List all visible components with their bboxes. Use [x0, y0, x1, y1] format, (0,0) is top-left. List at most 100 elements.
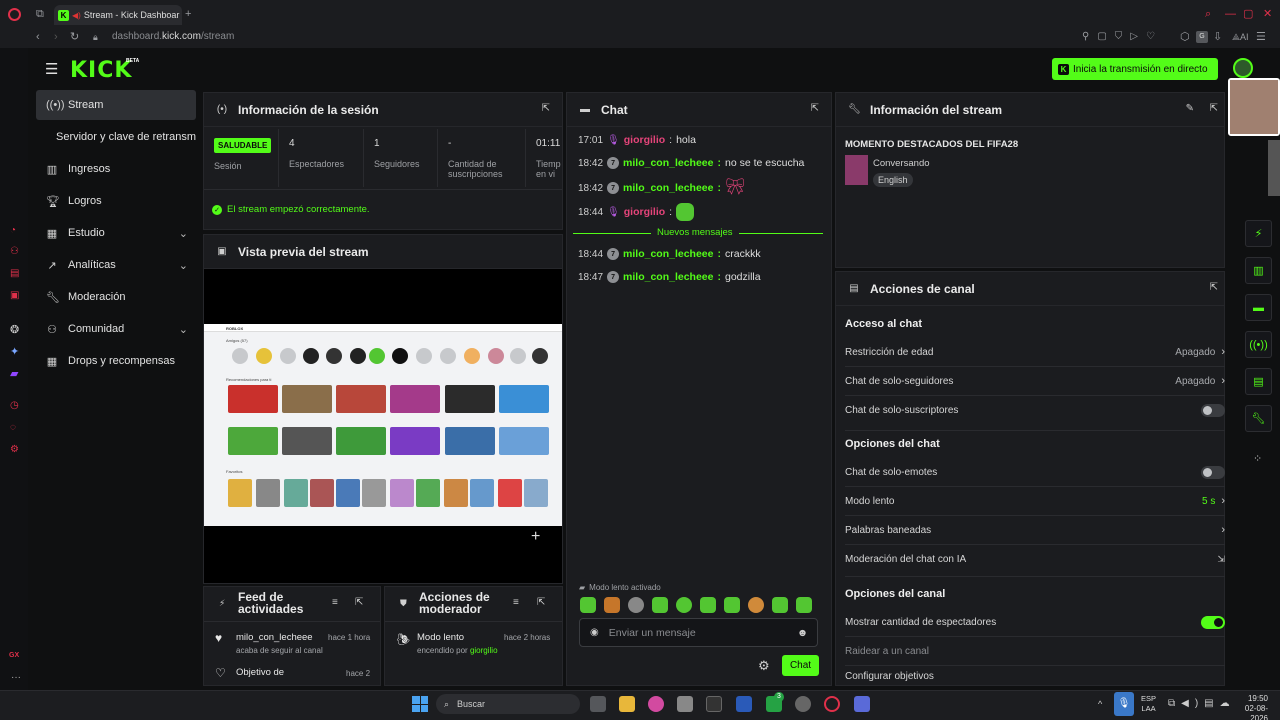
popout-icon[interactable]: ⇱: [537, 597, 545, 608]
subs-only-row[interactable]: Chat de solo-suscriptores: [845, 401, 1225, 419]
user-avatar[interactable]: [1233, 58, 1253, 78]
store-icon[interactable]: [677, 696, 693, 712]
taskbar-search[interactable]: ⌕ Buscar: [436, 694, 580, 714]
easy-setup-icon[interactable]: ☰: [1256, 31, 1266, 43]
slow-mode-row[interactable]: Modo lento 5 s ›: [845, 492, 1225, 510]
chat-message[interactable]: 18:44 7 milo_con_lecheee: crackkk: [578, 248, 761, 260]
steam-icon[interactable]: [795, 696, 811, 712]
sidebar-item-stream[interactable]: ((•)) Stream: [36, 90, 196, 120]
sidebar-item-estudio[interactable]: ▦ Estudio ⌄: [36, 219, 196, 247]
chat-username[interactable]: giorgilio: [624, 206, 665, 218]
filter-icon[interactable]: ≡: [332, 597, 338, 608]
kick-logo[interactable]: KICK: [70, 58, 132, 83]
edit-icon[interactable]: ✎: [1186, 103, 1194, 114]
popout-icon[interactable]: ⇱: [1210, 103, 1218, 114]
followers-only-row[interactable]: Chat de solo-seguidores Apagado ›: [845, 372, 1225, 390]
vs-icon[interactable]: [736, 696, 752, 712]
emote-icon[interactable]: [604, 597, 620, 613]
history-icon[interactable]: ◷: [10, 400, 19, 411]
stream-preview-video[interactable]: ROBLOX Amigos (57) Recomendaciones para …: [204, 324, 562, 526]
tab-islands-icon[interactable]: ⧉: [36, 8, 44, 20]
filter-icon[interactable]: ≡: [513, 597, 519, 608]
more-icon[interactable]: ···: [11, 672, 21, 683]
audio-icon[interactable]: ◀): [72, 11, 81, 20]
sidebar-item-server-key[interactable]: Servidor y clave de retransm: [46, 123, 202, 151]
language-indicator[interactable]: ESP LAA: [1141, 694, 1156, 714]
chat-username[interactable]: giorgilio: [624, 134, 665, 146]
rail-chat-button[interactable]: ▬: [1245, 294, 1272, 321]
tray-icons[interactable]: ⧉◀)▤☁: [1168, 698, 1236, 709]
pip-video-thumbnail[interactable]: [1228, 78, 1280, 136]
popout-icon[interactable]: ⇱: [1210, 282, 1218, 293]
sidebar-item-comunidad[interactable]: ⚇ Comunidad ⌄: [36, 315, 196, 343]
tray-chevron-icon[interactable]: ^: [1098, 699, 1102, 709]
messenger-icon[interactable]: ◌: [10, 422, 16, 433]
chat-username[interactable]: milo_con_lecheee: [623, 248, 713, 260]
rail-lightning-button[interactable]: ⚡︎: [1245, 220, 1272, 247]
emote-icon[interactable]: [748, 597, 764, 613]
gx-icon[interactable]: GX: [9, 652, 19, 659]
banned-words-row[interactable]: Palabras baneadas ›: [845, 521, 1225, 539]
mic-tray-icon[interactable]: 🎙︎: [1114, 692, 1134, 716]
age-restriction-row[interactable]: Restricción de edad Apagado ›: [845, 343, 1225, 361]
close-icon[interactable]: ✕: [1263, 8, 1272, 20]
chat-input[interactable]: ◉ Enviar un mensaje ☻: [579, 618, 818, 647]
sidebar-item-ingresos[interactable]: ▥ Ingresos: [36, 155, 196, 183]
popout-icon[interactable]: ⇱: [811, 103, 819, 114]
emote-icon[interactable]: [676, 597, 692, 613]
extensions-icon[interactable]: ⬡: [1180, 31, 1190, 43]
sidebar-item-moderacion[interactable]: 🔧︎ Moderación: [36, 283, 196, 311]
emote-icon[interactable]: [772, 597, 788, 613]
emotes-only-row[interactable]: Chat de solo-emotes: [845, 463, 1225, 481]
goals-row[interactable]: Configurar objetivos: [845, 671, 1225, 685]
raid-row[interactable]: Raidear a un canal: [845, 642, 1225, 660]
rail-channel-button[interactable]: ▤: [1245, 368, 1272, 395]
file-explorer-icon[interactable]: [619, 696, 635, 712]
sidebar-item-logros[interactable]: 🏆︎ Logros: [36, 187, 196, 215]
new-tab-icon[interactable]: +: [185, 8, 191, 20]
opera-gx-taskbar-icon[interactable]: [824, 696, 840, 712]
opera-sidebar-icon-1[interactable]: ◔: [10, 225, 16, 236]
emote-icon[interactable]: [652, 597, 668, 613]
emote-icon[interactable]: [700, 597, 716, 613]
popout-icon[interactable]: ⇱: [542, 103, 550, 114]
ai-button[interactable]: ⟁AI: [1232, 31, 1249, 43]
rail-broadcast-button[interactable]: ((•)): [1245, 331, 1272, 358]
opera-logo-icon[interactable]: [8, 8, 21, 21]
app-icon[interactable]: [706, 696, 722, 712]
sidebar-item-analiticas[interactable]: ↗ Analíticas ⌄: [36, 251, 196, 279]
back-icon[interactable]: ‹: [36, 31, 40, 43]
chat-username[interactable]: milo_con_lecheee: [623, 182, 713, 194]
mod-user-link[interactable]: giorgilio: [470, 646, 498, 655]
stream-category[interactable]: Conversando: [873, 158, 930, 169]
opera-sidebar-icon-2[interactable]: ⚇: [10, 246, 19, 257]
sidebar-item-drops[interactable]: ▦ Drops y recompensas: [36, 347, 196, 375]
download-icon[interactable]: ⇩: [1213, 31, 1222, 43]
opera-sidebar-icon-4[interactable]: ▣: [10, 290, 19, 301]
gemini-icon[interactable]: ✦: [10, 345, 19, 358]
chat-message[interactable]: 18:42 7 milo_con_lecheee: no se te escuc…: [578, 157, 804, 169]
show-viewers-toggle[interactable]: [1201, 615, 1225, 629]
chat-settings-icon[interactable]: ⚙: [758, 658, 770, 674]
chevron-down-icon[interactable]: ⌄: [179, 323, 188, 336]
chevron-down-icon[interactable]: ⌄: [179, 259, 188, 272]
copilot-icon[interactable]: [648, 696, 664, 712]
rail-wrench-button[interactable]: 🔧︎: [1245, 405, 1272, 432]
menu-icon[interactable]: ☰: [45, 60, 58, 78]
minimize-icon[interactable]: —: [1225, 8, 1236, 20]
profile-badge-icon[interactable]: G: [1196, 31, 1208, 43]
go-live-button[interactable]: K Inicia la transmisión en directo: [1052, 58, 1218, 80]
url-field[interactable]: dashboard.kick.com/stream: [112, 31, 234, 42]
search-tabs-icon[interactable]: ⌕: [1205, 8, 1211, 20]
emoji-icon[interactable]: ☻: [797, 627, 808, 639]
extension-icons[interactable]: ⚲▢⛉▷♡: [1082, 31, 1163, 43]
chat-message[interactable]: 18:47 7 milo_con_lecheee: godzilla: [578, 271, 761, 283]
forward-icon[interactable]: ›: [54, 31, 58, 43]
opera-sidebar-icon-3[interactable]: ▤: [10, 268, 19, 279]
chevron-down-icon[interactable]: ⌄: [179, 227, 188, 240]
app-icon-2[interactable]: [854, 696, 870, 712]
chat-username[interactable]: milo_con_lecheee: [623, 271, 713, 283]
chat-message[interactable]: 18:44 🎙︎ giorgilio:: [578, 203, 695, 221]
chat-username[interactable]: milo_con_lecheee: [623, 157, 713, 169]
task-view-icon[interactable]: [590, 696, 606, 712]
